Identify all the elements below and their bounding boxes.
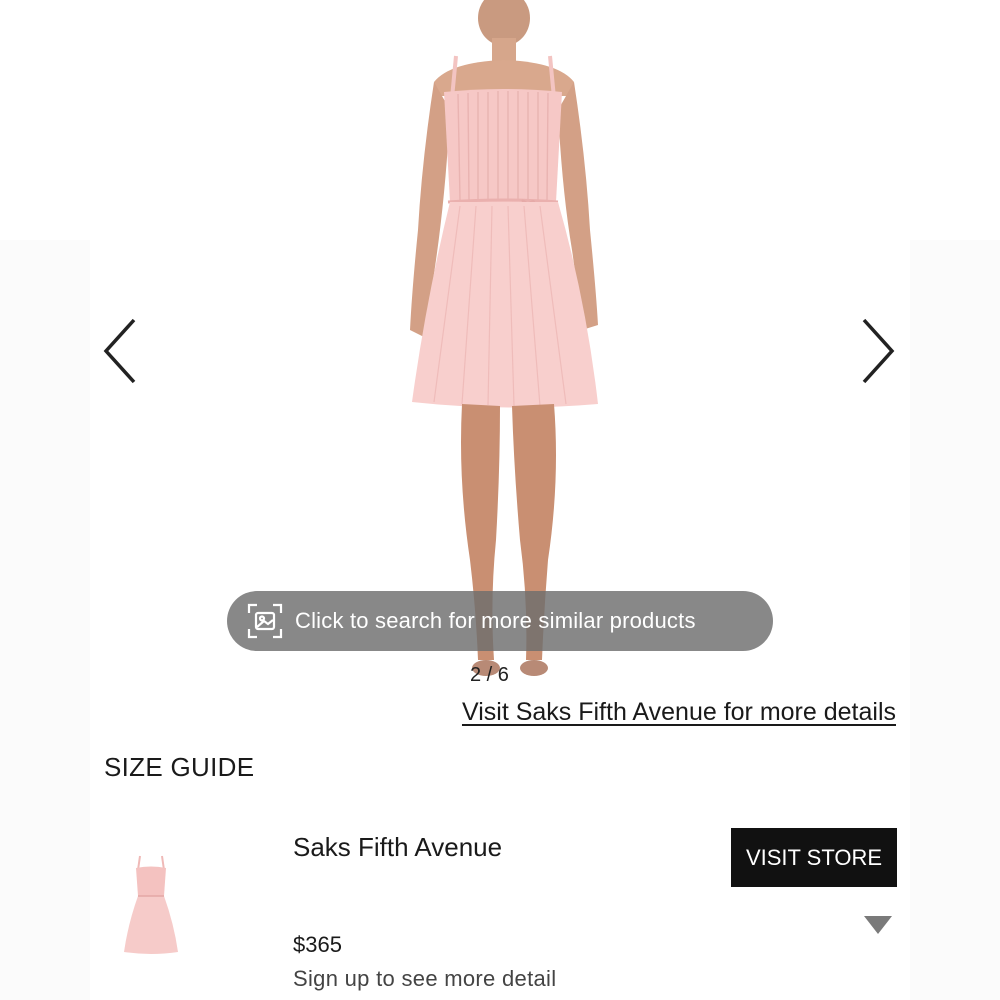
product-price: $365 [293, 932, 342, 957]
image-counter: 2 / 6 [470, 664, 509, 686]
product-image[interactable] [330, 0, 670, 690]
visual-search-label: Click to search for more similar product… [295, 608, 696, 633]
image-gallery: 2 / 6 Click to search for more similar p… [0, 0, 1000, 700]
signup-prompt[interactable]: Sign up to see more detail [293, 966, 556, 992]
dress-bodice [444, 89, 562, 202]
visit-store-button[interactable]: VISIT STORE [731, 828, 897, 887]
product-thumbnail[interactable] [120, 852, 182, 960]
chevron-left-icon [103, 318, 136, 384]
caret-down-icon[interactable] [864, 916, 892, 934]
image-search-icon [247, 603, 283, 639]
model-right-shoe [520, 660, 548, 676]
next-image-button[interactable] [858, 316, 898, 386]
previous-image-button[interactable] [100, 316, 140, 386]
store-name: Saks Fifth Avenue [293, 832, 503, 862]
visual-search-button[interactable]: Click to search for more similar product… [227, 591, 773, 651]
size-guide-link[interactable]: SIZE GUIDE [104, 752, 254, 783]
visit-retailer-details-link[interactable]: Visit Saks Fifth Avenue for more details [462, 698, 896, 727]
chevron-right-icon [862, 318, 895, 384]
